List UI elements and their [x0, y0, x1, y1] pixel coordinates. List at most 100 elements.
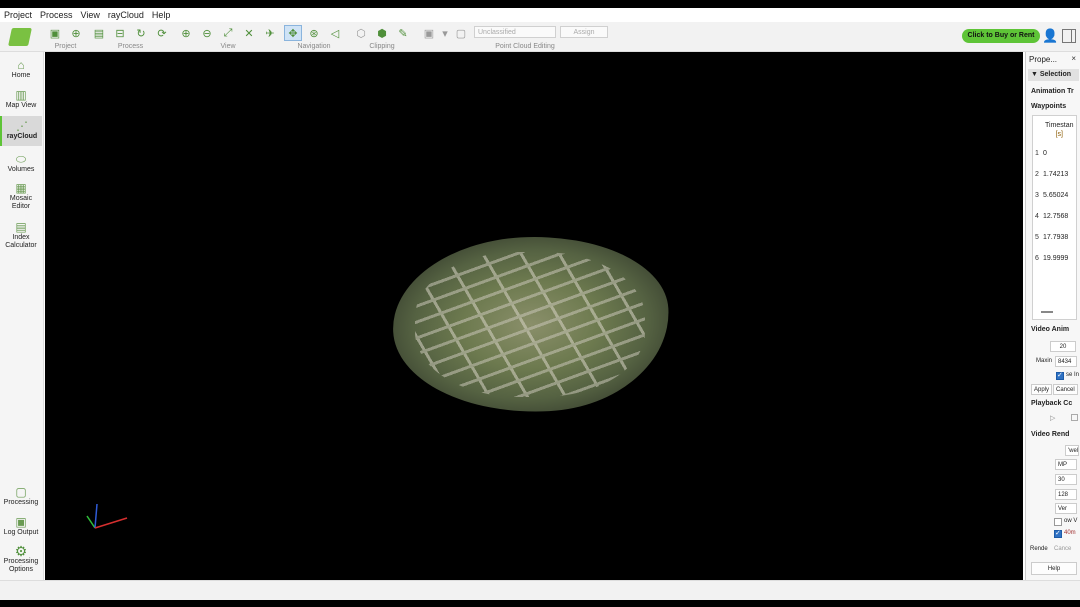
- menu-project[interactable]: Project: [0, 10, 36, 20]
- sidebar-item-map-view[interactable]: ▥ Map View: [0, 88, 42, 110]
- raycloud-3d-viewport[interactable]: [45, 52, 1023, 580]
- sidebar-item-label: Log Output: [3, 529, 39, 536]
- sidebar-item-processing-options[interactable]: ⚙ Processing Options: [0, 544, 42, 574]
- raycloud-icon: ⋰: [16, 119, 28, 133]
- axes-gizmo: [86, 503, 128, 529]
- menu-bar: Project Process View rayCloud Help: [0, 8, 1080, 22]
- table-row[interactable]: 10: [1035, 150, 1047, 157]
- brush-icon[interactable]: ✎: [394, 25, 412, 41]
- sidebar-item-mosaic-editor[interactable]: ▦ Mosaic Editor: [0, 181, 42, 211]
- sidebar-item-label: Processing Options: [3, 558, 39, 573]
- clipping-box-icon[interactable]: ⬡: [352, 25, 370, 41]
- stop-icon[interactable]: [1071, 414, 1078, 421]
- left-sidebar: ⌂ Home ▥ Map View ⋰ rayCloud ⬭ Volumes ▦…: [0, 52, 44, 580]
- clipping-cube-icon[interactable]: ⬢: [373, 25, 391, 41]
- menu-help[interactable]: Help: [148, 10, 175, 20]
- reprocess-icon[interactable]: ↻: [132, 25, 150, 41]
- sidebar-item-label: rayCloud: [6, 133, 38, 140]
- mosaic-icon: ▦: [15, 181, 27, 195]
- table-row[interactable]: 3 5.65024: [1035, 192, 1068, 199]
- toolbar-group-label: Navigation: [297, 43, 331, 50]
- sidebar-item-volumes[interactable]: ⬭ Volumes: [0, 152, 42, 174]
- index-calculator-icon: ▤: [15, 220, 27, 234]
- show-video-checkbox[interactable]: [1054, 518, 1062, 526]
- max-label: Maxin: [1036, 358, 1053, 364]
- toolbar-group-process: ▤ ⊟ ↻ ⟳ Process: [90, 24, 171, 52]
- chevron-down-icon[interactable]: ▾: [441, 25, 449, 41]
- target-icon[interactable]: ⊕: [67, 25, 85, 41]
- standard-navigation-icon[interactable]: ✥: [284, 25, 302, 41]
- processing-icon: ▢: [15, 485, 27, 499]
- toolbar-group-clipping: ⬡ ⬢ ✎ Clipping: [352, 24, 412, 52]
- menu-raycloud[interactable]: rayCloud: [104, 10, 148, 20]
- zoom-out-icon[interactable]: ⊖: [198, 25, 216, 41]
- use-interpolation-checkbox[interactable]: [1056, 371, 1064, 380]
- sidebar-item-label: Home: [11, 72, 31, 79]
- volumes-icon: ⬭: [15, 152, 27, 166]
- table-row[interactable]: 2 1.74213: [1035, 171, 1068, 178]
- collapse-view-icon[interactable]: ✕: [240, 25, 258, 41]
- play-icon[interactable]: ▷: [1050, 414, 1055, 422]
- sidebar-item-processing[interactable]: ▢ Processing: [0, 485, 42, 507]
- table-row[interactable]: 5 17.7938: [1035, 234, 1068, 241]
- menu-view[interactable]: View: [77, 10, 104, 20]
- rectangle-select-icon[interactable]: ▢: [452, 25, 470, 41]
- table-row[interactable]: 6 19.9999: [1035, 255, 1068, 262]
- toolbar-group-label: Project: [54, 43, 77, 50]
- max-value-input[interactable]: 8434: [1055, 356, 1077, 367]
- quality-select[interactable]: Ver: [1055, 503, 1077, 514]
- x-axis-line: [94, 517, 128, 529]
- close-icon[interactable]: ×: [1071, 54, 1076, 63]
- menu-process[interactable]: Process: [36, 10, 77, 20]
- zoom-in-icon[interactable]: ⊕: [177, 25, 195, 41]
- fit-view-icon[interactable]: ⤢: [219, 25, 237, 41]
- report-icon[interactable]: ▤: [90, 25, 108, 41]
- bottom-black-strip: [0, 600, 1080, 607]
- classification-select[interactable]: Unclassified: [474, 26, 556, 38]
- main-toolbar: ▣ ⊕ Project ▤ ⊟ ↻ ⟳ Process ⊕ ⊖ ⤢ ✕ ✈ Vi…: [0, 22, 1080, 52]
- timestamp-column-header: Timestan [s]: [1045, 121, 1074, 139]
- resolution-select[interactable]: 128: [1055, 489, 1077, 500]
- sidebar-item-label: Processing: [3, 499, 39, 506]
- toolbar-group-project: ▣ ⊕ Project: [46, 24, 85, 52]
- user-account-icon[interactable]: 👤: [1042, 28, 1058, 44]
- collapse-icon: ▼: [1031, 71, 1040, 78]
- playback-controls-label: Playback Cc: [1031, 400, 1073, 407]
- y-axis-line: [86, 515, 96, 529]
- selection-header[interactable]: ▼ Selection: [1028, 69, 1079, 81]
- sidebar-item-label: Volumes: [7, 166, 35, 173]
- table-row[interactable]: 4 12.7568: [1035, 213, 1068, 220]
- render-button[interactable]: Rende: [1030, 546, 1048, 552]
- selection-label: Selection: [1039, 71, 1071, 78]
- open-project-icon[interactable]: ▣: [46, 25, 64, 41]
- animation-trajectory-label: Animation Tr: [1031, 88, 1074, 95]
- cancel-button[interactable]: Cancel: [1053, 384, 1078, 395]
- select-points-icon[interactable]: ▣: [420, 25, 438, 41]
- trackball-navigation-icon[interactable]: ⊛: [305, 25, 323, 41]
- buy-or-rent-button[interactable]: Click to Buy or Rent: [962, 29, 1040, 43]
- sidebar-item-log-output[interactable]: ▣ Log Output: [0, 515, 42, 537]
- help-button[interactable]: Help: [1031, 562, 1077, 575]
- sidebar-item-index-calculator[interactable]: ▤ Index Calculator: [0, 220, 42, 250]
- video-animation-label: Video Anim: [1031, 326, 1070, 333]
- render-option-checkbox[interactable]: [1054, 529, 1062, 538]
- fps-select[interactable]: 30: [1055, 474, 1077, 485]
- drone-view-icon[interactable]: ✈: [261, 25, 279, 41]
- sidebar-item-raycloud[interactable]: ⋰ rayCloud: [0, 116, 42, 146]
- waypoints-table[interactable]: Timestan [s] 10 2 1.74213 3 5.65024 4 12.75…: [1032, 115, 1077, 320]
- format-select[interactable]: MP: [1055, 459, 1077, 470]
- first-person-navigation-icon[interactable]: ◁: [326, 25, 344, 41]
- apply-button[interactable]: Apply: [1031, 384, 1052, 395]
- assign-button[interactable]: Assign: [560, 26, 608, 38]
- toggle-panel-icon[interactable]: [1062, 29, 1076, 43]
- video-render-label: Video Rend: [1031, 431, 1070, 438]
- render-cancel-button[interactable]: Cance: [1054, 546, 1071, 552]
- toolbar-group-label: Process: [117, 43, 144, 50]
- horizontal-scrollbar[interactable]: [1041, 311, 1053, 313]
- start-process-icon[interactable]: ⊟: [111, 25, 129, 41]
- sidebar-item-label: Map View: [5, 102, 37, 109]
- refresh-icon[interactable]: ⟳: [153, 25, 171, 41]
- frames-input[interactable]: 20: [1050, 341, 1076, 352]
- output-path-input[interactable]: 'wel: [1065, 445, 1079, 456]
- sidebar-item-home[interactable]: ⌂ Home: [0, 58, 42, 80]
